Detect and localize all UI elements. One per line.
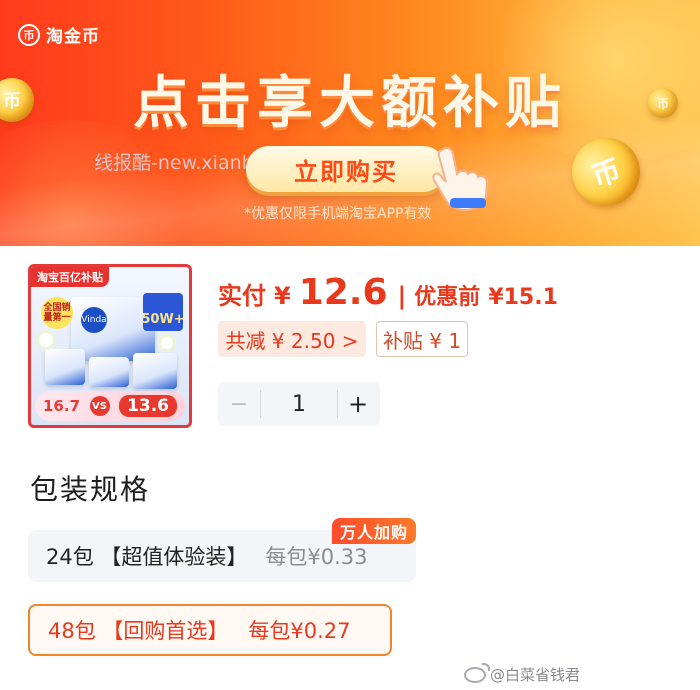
tissue-pack — [45, 349, 85, 385]
final-price: 12.6 — [298, 272, 388, 313]
brand-name: 淘金币 — [46, 27, 100, 47]
original-price-label: 优惠前 — [414, 285, 481, 310]
brand-logo: 币 淘金币 — [18, 22, 100, 47]
price-compare-bar: 16.7 VS 13.6 — [35, 391, 185, 421]
discount-detail-chip[interactable]: 共减 ¥ 2.50 > — [218, 321, 366, 357]
spec-section-title: 包装规格 — [30, 473, 151, 506]
price-separator: | — [397, 282, 407, 310]
banner-headline: 点击享大额补贴 — [133, 71, 567, 136]
decrement-button[interactable]: − — [218, 392, 260, 417]
spec-unit-price: 每包¥0.27 — [248, 619, 351, 643]
taojinbi-icon: 币 — [18, 23, 40, 46]
promo-banner[interactable]: 币 币 币 币 淘金币 点击享大额补贴 线报酷-new.xianbao.fun … — [0, 0, 700, 246]
flower-decoration — [39, 333, 53, 347]
spec-option-48[interactable]: 48包 【回购首选】 每包¥0.27 — [28, 604, 392, 656]
price-after: 13.6 — [119, 395, 177, 417]
flower-decoration — [161, 337, 173, 349]
brand-logo: Vinda — [81, 307, 107, 333]
buy-now-button[interactable]: 立即购买 — [246, 146, 446, 192]
weibo-watermark: @白菜省钱君 — [464, 662, 581, 685]
subsidy-chip: 补贴 ¥ 1 — [376, 321, 468, 357]
sales-badge: 全国销量第一 — [41, 297, 73, 329]
subsidy-tag: 淘宝百亿补贴 — [31, 267, 109, 287]
spec-option-name: 24包 【超值体验装】 — [46, 545, 248, 569]
spec-unit-price: 每包¥0.33 — [265, 545, 368, 569]
weibo-icon — [464, 662, 490, 683]
quantity-input[interactable]: 1 — [261, 392, 337, 417]
tissue-pack — [133, 353, 177, 389]
increment-button[interactable]: + — [338, 390, 378, 418]
quantity-stepper: − 1 + — [218, 382, 380, 426]
vs-badge: VS — [89, 396, 110, 416]
tissue-pack — [89, 357, 129, 387]
pay-label: 实付 — [218, 282, 266, 310]
watermark-author: @白菜省钱君 — [490, 666, 581, 684]
currency-symbol: ¥ — [274, 282, 291, 310]
spec-option-name: 48包 【回购首选】 — [48, 619, 229, 643]
price-before: 16.7 — [43, 397, 81, 415]
promo-badge: 50W+ — [141, 293, 185, 331]
original-price: ¥15.1 — [488, 285, 558, 310]
hot-sale-badge: 万人加购 — [332, 518, 417, 544]
pointing-hand-icon — [432, 146, 489, 212]
product-thumbnail[interactable]: 淘宝百亿补贴 Vinda 全国销量第一 50W+ 16.7 VS 13.6 — [28, 264, 192, 428]
banner-disclaimer: *优惠仅限手机端淘宝APP有效 — [244, 206, 432, 222]
price-line: 实付 ¥ 12.6 | 优惠前 ¥15.1 — [218, 272, 558, 313]
